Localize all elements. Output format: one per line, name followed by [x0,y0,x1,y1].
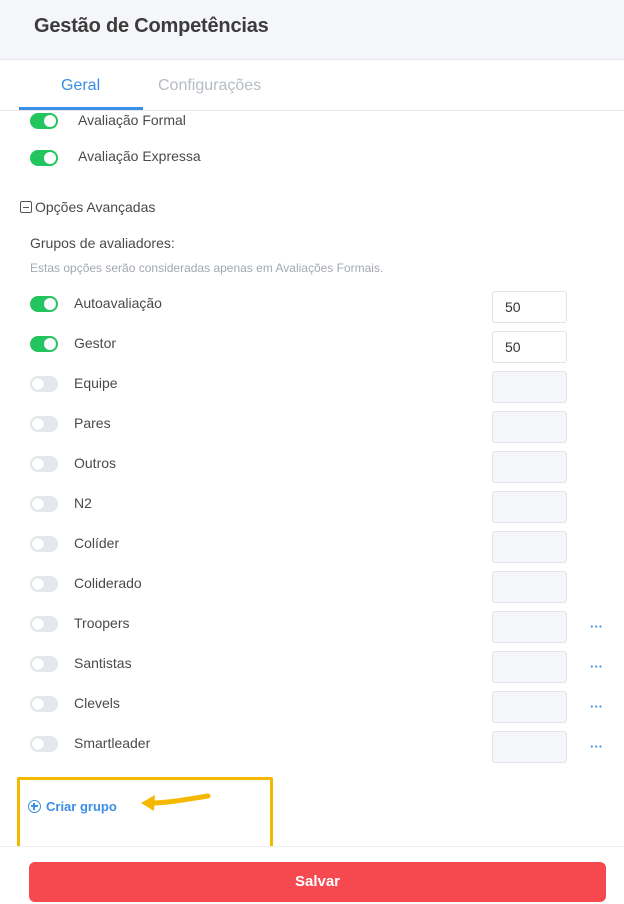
group-label: Santistas [74,655,132,671]
pointer-arrow-icon [141,793,211,811]
group-weight-input[interactable] [492,731,567,763]
group-weight-input[interactable] [492,491,567,523]
group-toggle[interactable] [30,456,58,472]
group-label: Coliderado [74,575,142,591]
group-label: Clevels [74,695,120,711]
more-options-icon[interactable]: ··· [590,699,603,714]
group-toggle[interactable] [30,616,58,632]
plus-circle-icon [28,800,41,813]
page-title: Gestão de Competências [34,15,269,37]
group-toggle[interactable] [30,656,58,672]
group-label: Pares [74,415,111,431]
group-label: N2 [74,495,92,511]
avaliacao-expressa-label: Avaliação Expressa [78,148,201,164]
advanced-options-label: Opções Avançadas [35,199,156,215]
group-toggle[interactable] [30,576,58,592]
group-weight-input[interactable] [492,451,567,483]
toggle-knob [32,538,44,550]
group-label: Colíder [74,535,120,551]
toggle-knob [32,658,44,670]
group-toggle[interactable] [30,376,58,392]
more-options-icon[interactable]: ··· [590,739,603,754]
avaliacao-formal-toggle[interactable] [30,113,58,129]
avaliacao-formal-label: Avaliação Formal [78,112,186,128]
avaliacao-expressa-toggle[interactable] [30,150,58,166]
group-toggle[interactable] [30,416,58,432]
group-toggle[interactable] [30,496,58,512]
group-toggle[interactable] [30,536,58,552]
group-toggle[interactable] [30,296,58,312]
toggle-knob [32,378,44,390]
group-weight-input[interactable] [492,371,567,403]
group-label: Equipe [74,375,118,391]
tab-geral[interactable]: Geral [61,77,100,95]
more-options-icon[interactable]: ··· [590,619,603,634]
tab-configuracoes[interactable]: Configurações [158,77,261,95]
group-weight-input[interactable] [492,611,567,643]
collapse-minus-icon [20,201,32,213]
group-toggle[interactable] [30,696,58,712]
group-label: Gestor [74,335,117,351]
toggle-knob [44,115,56,127]
toggle-knob [32,498,44,510]
create-group-button[interactable]: Criar grupo [28,799,117,814]
toggle-knob [32,698,44,710]
group-label: Troopers [74,615,130,631]
create-group-label: Criar grupo [46,799,117,814]
toggle-knob [32,458,44,470]
toggle-knob [44,298,56,310]
group-toggle[interactable] [30,736,58,752]
group-toggle[interactable] [30,336,58,352]
group-label: Autoavaliação [74,295,162,311]
evaluator-groups-title: Grupos de avaliadores: [30,235,175,251]
group-label: Outros [74,455,117,471]
active-tab-indicator [19,107,143,110]
more-options-icon[interactable]: ··· [590,659,603,674]
toggle-knob [32,578,44,590]
group-weight-input[interactable] [492,651,567,683]
toggle-knob [32,618,44,630]
evaluator-groups-hint: Estas opções serão consideradas apenas e… [30,261,384,275]
group-weight-input[interactable] [492,411,567,443]
toggle-knob [32,418,44,430]
group-weight-input[interactable] [492,331,567,363]
toggle-knob [44,338,56,350]
group-weight-input[interactable] [492,291,567,323]
toggle-knob [32,738,44,750]
page-header: Gestão de Competências [0,0,624,60]
group-weight-input[interactable] [492,531,567,563]
group-weight-input[interactable] [492,571,567,603]
tab-bar: Geral Configurações [0,60,624,111]
toggle-knob [44,152,56,164]
group-label: Smartleader [74,735,151,751]
group-weight-input[interactable] [492,691,567,723]
advanced-options-toggle[interactable]: Opções Avançadas [20,199,155,215]
save-button[interactable]: Salvar [29,862,606,902]
